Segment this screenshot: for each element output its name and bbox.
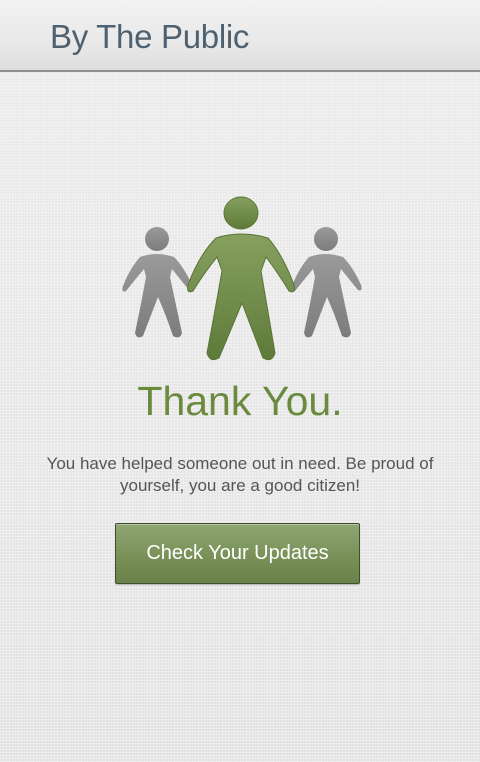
- right-person-figure: [291, 227, 362, 338]
- thank-you-message: You have helped someone out in need. Be …: [46, 454, 434, 495]
- center-person-figure: [187, 196, 295, 361]
- check-updates-button-label: Check Your Updates: [146, 542, 329, 564]
- app-bar: By The Public: [0, 0, 480, 72]
- left-person-figure: [122, 227, 193, 338]
- check-updates-button[interactable]: Check Your Updates: [115, 523, 360, 584]
- people-group-icon: [118, 193, 364, 365]
- thank-you-heading: Thank You.: [137, 378, 343, 424]
- app-title: By The Public: [50, 18, 250, 55]
